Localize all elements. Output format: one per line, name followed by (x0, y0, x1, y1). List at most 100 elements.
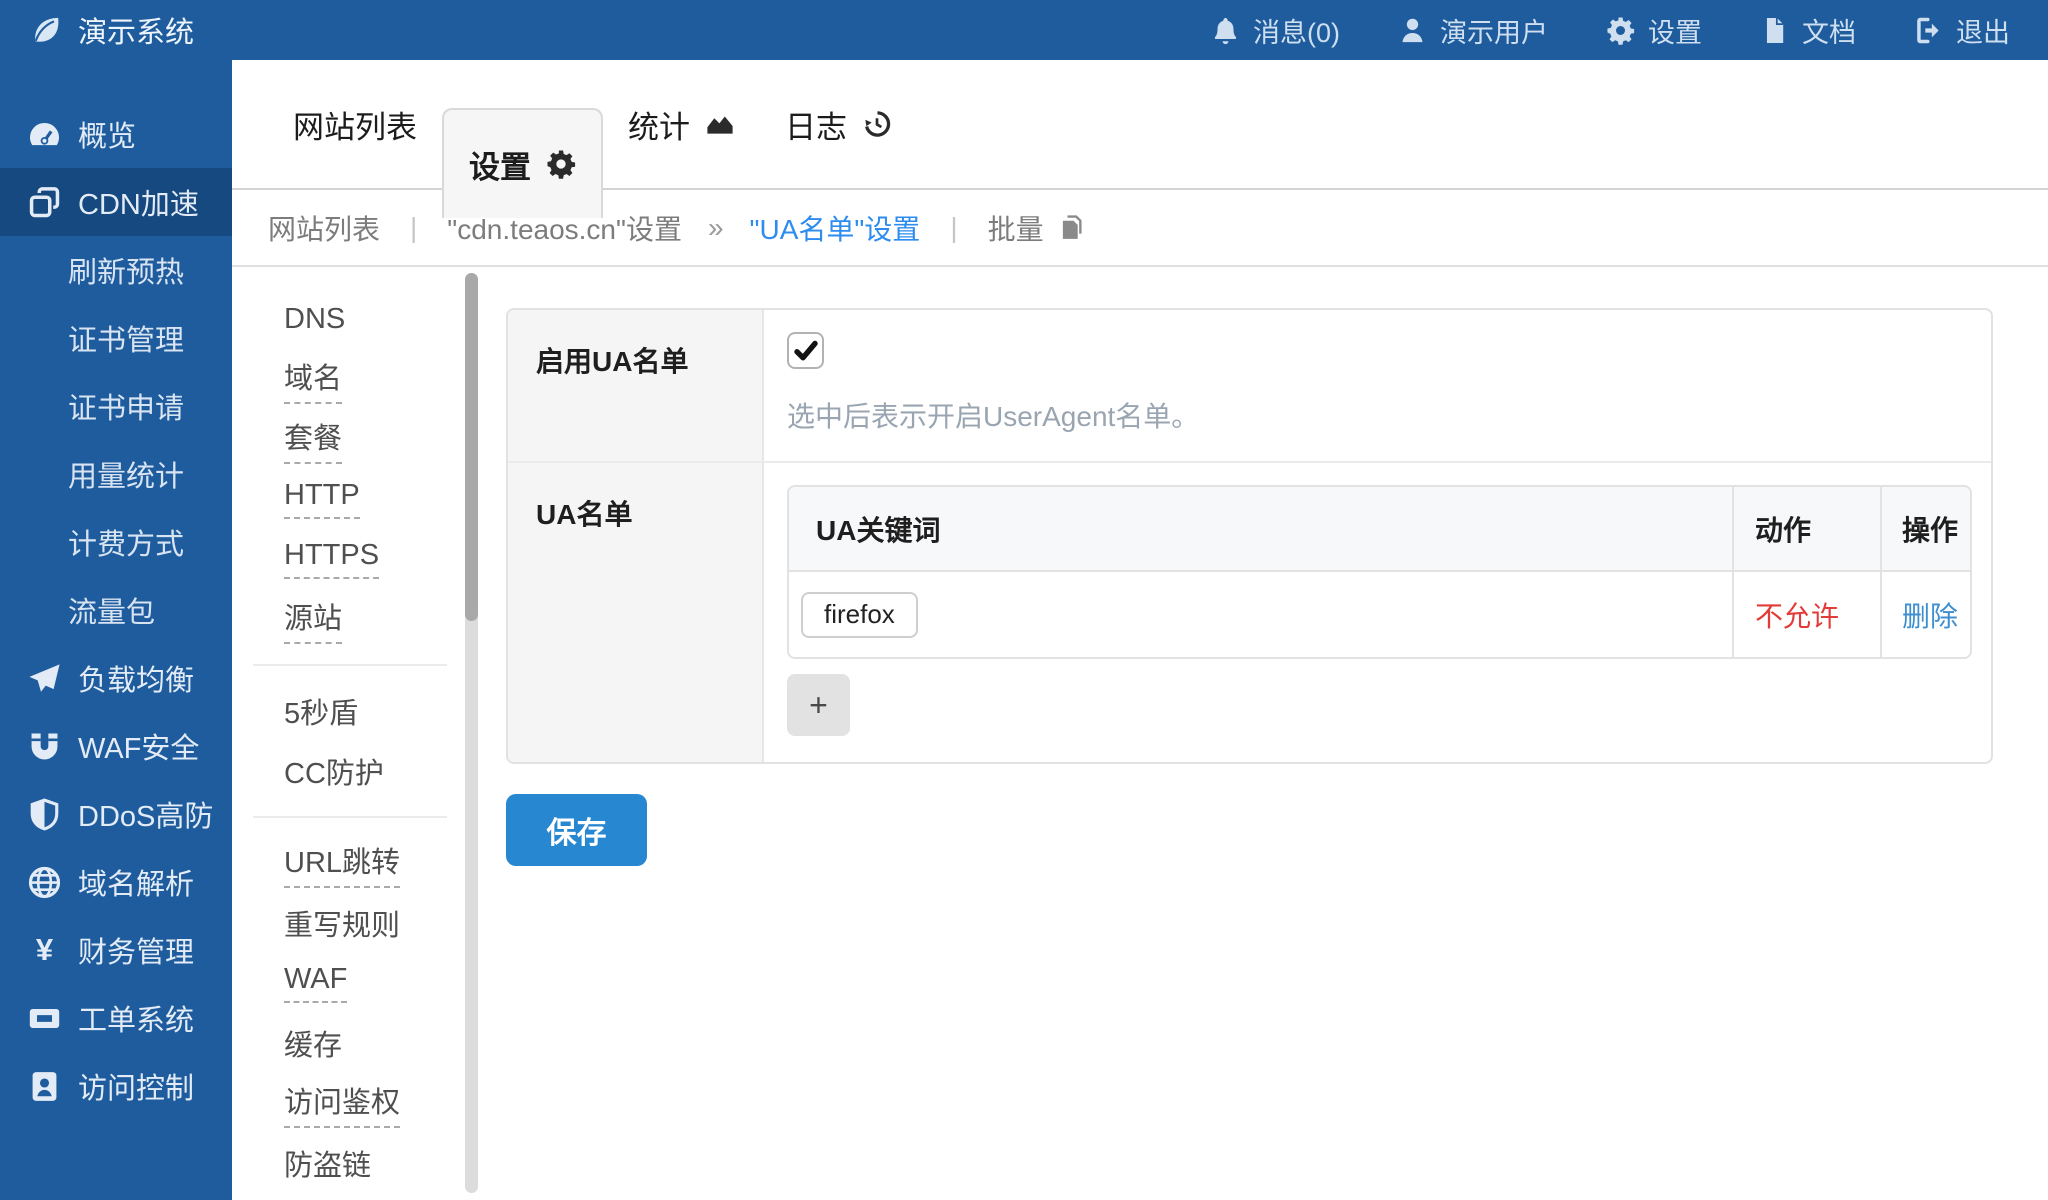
area-chart-icon (705, 109, 735, 139)
tab-site-list[interactable]: 网站列表 (268, 60, 442, 188)
subitem-label: 流量包 (68, 589, 155, 631)
messages-menu-item[interactable]: 消息(0) (1211, 11, 1340, 50)
settings-label: 设置 (1648, 11, 1702, 50)
settings-body: DNS 域名 套餐 HTTP HTTPS 源站 5秒盾 CC防护 URL跳转 重… (232, 267, 2048, 1198)
enable-ua-checkbox[interactable] (787, 332, 824, 369)
sidebar-subitem-billing[interactable]: 计费方式 (0, 508, 232, 576)
sidebar-subitem-usage[interactable]: 用量统计 (0, 440, 232, 508)
submenu-item-cc[interactable]: CC防护 (232, 741, 465, 801)
submenu-item-http[interactable]: HTTP (232, 469, 465, 529)
sidebar-item-waf[interactable]: WAF安全 (0, 712, 232, 780)
subitem-label: 证书管理 (68, 317, 184, 359)
sidebar-subitem-cert-manage[interactable]: 证书管理 (0, 304, 232, 372)
submenu-label: 访问鉴权 (284, 1079, 400, 1128)
submenu-label: 重写规则 (284, 902, 400, 944)
ua-list-row: UA名单 UA关键词 动作 操作 firefox (508, 461, 1991, 762)
leaf-icon (30, 14, 62, 46)
enable-ua-hint: 选中后表示开启UserAgent名单。 (787, 395, 1969, 435)
logout-menu-item[interactable]: 退出 (1914, 11, 2010, 50)
submenu-item-waf[interactable]: WAF (232, 953, 465, 1013)
tab-settings[interactable]: 设置 (442, 108, 603, 218)
sidebar-subitem-refresh[interactable]: 刷新预热 (0, 236, 232, 304)
ua-table-header: UA关键词 动作 操作 (789, 487, 1970, 572)
copy-icon (1056, 214, 1084, 242)
submenu-item-url-redirect[interactable]: URL跳转 (232, 833, 465, 893)
settings-menu-item[interactable]: 设置 (1606, 11, 1702, 50)
submenu-label: CC防护 (284, 750, 384, 792)
submenu-label: HTTPS (284, 539, 379, 579)
logout-icon (1914, 16, 1943, 45)
add-keyword-button[interactable]: + (787, 674, 850, 736)
header-keyword: UA关键词 (789, 487, 1732, 570)
settings-submenu: DNS 域名 套餐 HTTP HTTPS 源站 5秒盾 CC防护 URL跳转 重… (232, 267, 465, 1198)
sidebar-label-tickets: 工单系统 (78, 997, 194, 1039)
enable-ua-row: 启用UA名单 选中后表示开启UserAgent名单。 (508, 310, 1991, 461)
ticket-icon (27, 1001, 62, 1036)
sidebar-item-cdn[interactable]: CDN加速 (0, 168, 232, 236)
sidebar-item-load-balancer[interactable]: 负载均衡 (0, 644, 232, 712)
action-cell: 不允许 (1732, 572, 1880, 657)
save-button[interactable]: 保存 (506, 794, 647, 866)
sidebar-item-overview[interactable]: 概览 (0, 100, 232, 168)
submenu-item-hotlink[interactable]: 防盗链 (232, 1133, 465, 1193)
cdn-clone-icon (27, 185, 62, 220)
sidebar-label-cdn: CDN加速 (78, 181, 199, 223)
submenu-scrollbar[interactable] (465, 273, 478, 1193)
topbar-menu: 消息(0) 演示用户 设置 文档 退出 (1211, 11, 2010, 50)
submenu-item-cache[interactable]: 缓存 (232, 1013, 465, 1073)
sidebar-item-access[interactable]: 访问控制 (0, 1052, 232, 1120)
breadcrumb-site-list[interactable]: 网站列表 (268, 208, 380, 248)
app-title: 演示系统 (78, 9, 194, 51)
submenu-divider (253, 664, 447, 666)
docs-menu-item[interactable]: 文档 (1760, 11, 1856, 50)
sidebar-label-dns: 域名解析 (78, 861, 194, 903)
submenu-label: 源站 (284, 595, 342, 644)
sidebar-label-access: 访问控制 (78, 1065, 194, 1107)
batch-label: 批量 (988, 208, 1044, 248)
docs-label: 文档 (1802, 11, 1856, 50)
submenu-item-domain[interactable]: 域名 (232, 349, 465, 409)
tab-stats[interactable]: 统计 (603, 60, 760, 188)
submenu-item-rewrite[interactable]: 重写规则 (232, 893, 465, 953)
sidebar-item-finance[interactable]: ¥ 财务管理 (0, 916, 232, 984)
dashboard-icon (27, 117, 62, 152)
submenu-divider (253, 816, 447, 818)
breadcrumb-batch[interactable]: 批量 (988, 208, 1084, 248)
submenu-item-dns[interactable]: DNS (232, 289, 465, 349)
gear-icon (1606, 16, 1635, 45)
sidebar-item-dns[interactable]: 域名解析 (0, 848, 232, 916)
submenu-item-origin[interactable]: 源站 (232, 589, 465, 649)
submenu-item-plan[interactable]: 套餐 (232, 409, 465, 469)
sidebar-label-ddos: DDoS高防 (78, 793, 213, 835)
breadcrumb-current[interactable]: "UA名单"设置 (750, 208, 921, 248)
sidebar-label-waf: WAF安全 (78, 725, 199, 767)
tab-stats-label: 统计 (628, 102, 690, 147)
topbar: 演示系统 消息(0) 演示用户 设置 文档 退出 (0, 0, 2048, 60)
breadcrumb-arrow: » (708, 212, 724, 244)
shield-icon (27, 797, 62, 832)
user-label: 演示用户 (1440, 11, 1548, 50)
tab-logs[interactable]: 日志 (760, 60, 917, 188)
submenu-item-5s-shield[interactable]: 5秒盾 (232, 681, 465, 741)
checkmark-icon (791, 336, 821, 366)
sidebar-item-tickets[interactable]: 工单系统 (0, 984, 232, 1052)
submenu-label: URL跳转 (284, 839, 400, 888)
breadcrumb-separator: | (410, 212, 417, 244)
sidebar-item-ddos[interactable]: DDoS高防 (0, 780, 232, 848)
enable-ua-label: 启用UA名单 (508, 310, 764, 461)
sidebar-subitem-traffic-pack[interactable]: 流量包 (0, 576, 232, 644)
submenu-item-https[interactable]: HTTPS (232, 529, 465, 589)
submenu-label: WAF (284, 963, 347, 1003)
bell-icon (1211, 16, 1240, 45)
ua-list-content: UA关键词 动作 操作 firefox 不允许 (764, 463, 1993, 762)
submenu-item-auth[interactable]: 访问鉴权 (232, 1073, 465, 1133)
keyword-chip[interactable]: firefox (801, 592, 918, 638)
subitem-label: 刷新预热 (68, 249, 184, 291)
sidebar-subitem-cert-apply[interactable]: 证书申请 (0, 372, 232, 440)
delete-link[interactable]: 删除 (1902, 595, 1958, 635)
submenu-label: HTTP (284, 479, 360, 519)
scrollbar-thumb[interactable] (465, 273, 478, 621)
operation-cell: 删除 (1880, 572, 1970, 657)
user-menu-item[interactable]: 演示用户 (1398, 11, 1548, 50)
tab-bar: 网站列表 设置 统计 日志 (232, 60, 2048, 190)
